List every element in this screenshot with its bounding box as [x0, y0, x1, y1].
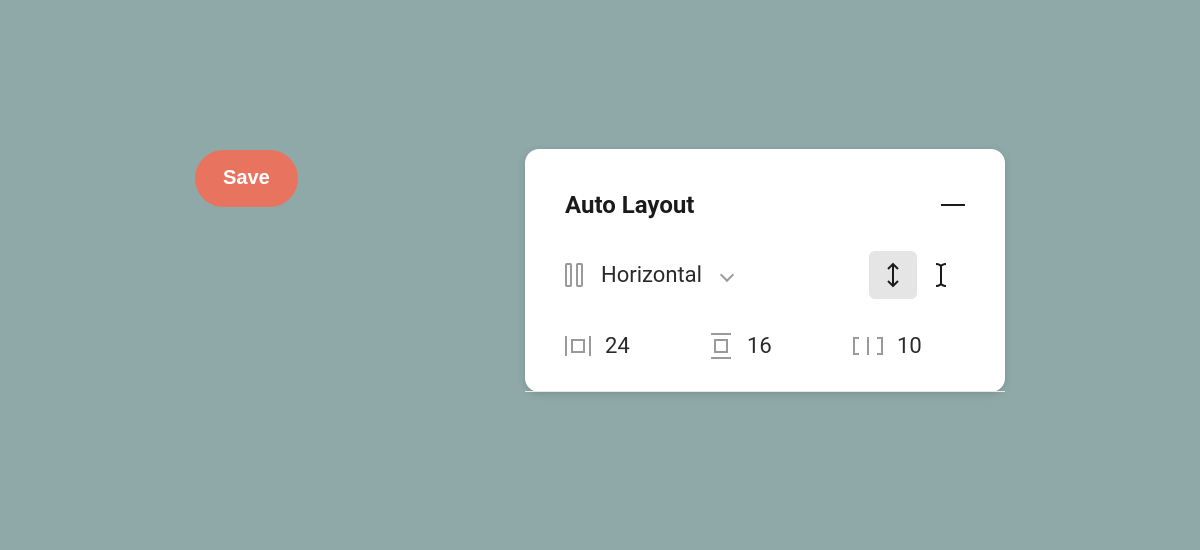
horizontal-layout-icon — [565, 263, 583, 287]
padding-vertical-value: 16 — [747, 334, 772, 359]
spacing-value: 10 — [897, 334, 922, 359]
spacing-row: 24 16 10 — [525, 313, 1005, 392]
direction-row: Horizontal — [525, 237, 1005, 313]
padding-horizontal-value: 24 — [605, 334, 630, 359]
panel-title: Auto Layout — [565, 191, 694, 219]
collapse-icon[interactable] — [941, 204, 965, 206]
padding-vertical-field[interactable]: 16 — [709, 333, 853, 359]
save-button[interactable]: Save — [195, 150, 298, 207]
auto-layout-panel: Auto Layout Horizontal — [525, 149, 1005, 392]
padding-vertical-icon — [709, 333, 733, 359]
chevron-down-icon[interactable] — [720, 268, 734, 282]
text-cursor-button[interactable] — [917, 251, 965, 299]
padding-horizontal-field[interactable]: 24 — [565, 334, 709, 359]
resize-vertical-icon — [884, 262, 902, 288]
resize-controls — [869, 251, 965, 299]
spacing-field[interactable]: 10 — [853, 334, 922, 359]
padding-horizontal-icon — [565, 334, 591, 358]
panel-header: Auto Layout — [525, 149, 1005, 237]
spacing-icon — [853, 334, 883, 358]
hug-vertical-button[interactable] — [869, 251, 917, 299]
text-cursor-icon — [933, 262, 949, 288]
direction-label[interactable]: Horizontal — [601, 263, 702, 288]
